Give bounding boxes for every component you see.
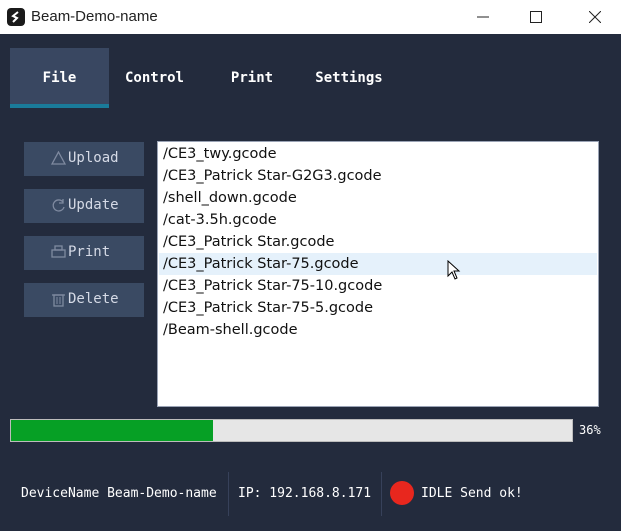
ip-address-label: IP: 192.168.8.171 [238, 486, 372, 501]
tab-print[interactable]: Print [200, 48, 304, 108]
file-list-item[interactable]: /CE3_Patrick Star.gcode [159, 231, 597, 253]
close-button[interactable] [572, 0, 618, 34]
progress-percent: 36% [579, 423, 601, 437]
file-list-item[interactable]: /shell_down.gcode [159, 187, 597, 209]
upload-icon [51, 151, 66, 165]
tab-control[interactable]: Control [109, 48, 200, 108]
window-title: Beam-Demo-name [31, 8, 158, 25]
device-name-label: DeviceName Beam-Demo-name [21, 486, 217, 501]
file-list-item[interactable]: /CE3_Patrick Star-75-10.gcode [159, 275, 597, 297]
update-button[interactable]: Update [24, 189, 144, 223]
file-list-item-highlighted[interactable]: /CE3_Patrick Star-75.gcode [159, 253, 597, 275]
status-divider [228, 472, 229, 516]
maximize-button[interactable] [513, 0, 559, 34]
print-label: Print [68, 244, 111, 260]
update-label: Update [68, 197, 119, 213]
file-list[interactable]: /CE3_twy.gcode /CE3_Patrick Star-G2G3.gc… [157, 141, 599, 407]
trash-icon [52, 294, 65, 307]
progress-bar-fill [11, 420, 213, 441]
delete-button[interactable]: Delete [24, 283, 144, 317]
title-bar: Beam-Demo-name [0, 0, 621, 34]
file-list-item[interactable]: /CE3_Patrick Star-G2G3.gcode [159, 165, 597, 187]
upload-label: Upload [68, 150, 119, 166]
print-button[interactable]: Print [24, 236, 144, 270]
mouse-cursor-icon [447, 260, 461, 280]
app-logo-icon [7, 8, 25, 26]
progress-bar [10, 419, 573, 442]
status-bar: DeviceName Beam-Demo-name IP: 192.168.8.… [0, 472, 621, 516]
status-indicator-dot [390, 481, 414, 505]
file-list-item[interactable]: /Beam-shell.gcode [159, 319, 597, 341]
status-divider [381, 472, 382, 516]
upload-button[interactable]: Upload [24, 142, 144, 176]
file-list-item[interactable]: /CE3_twy.gcode [159, 143, 597, 165]
tab-settings[interactable]: Settings [304, 48, 394, 108]
tab-file[interactable]: File [10, 48, 109, 108]
printer-icon [51, 245, 66, 258]
file-list-item[interactable]: /CE3_Patrick Star-75-5.gcode [159, 297, 597, 319]
minimize-button[interactable] [460, 0, 506, 34]
file-list-item[interactable]: /cat-3.5h.gcode [159, 209, 597, 231]
refresh-icon [52, 199, 65, 212]
connection-status-text: IDLE Send ok! [421, 486, 523, 501]
delete-label: Delete [68, 291, 119, 307]
